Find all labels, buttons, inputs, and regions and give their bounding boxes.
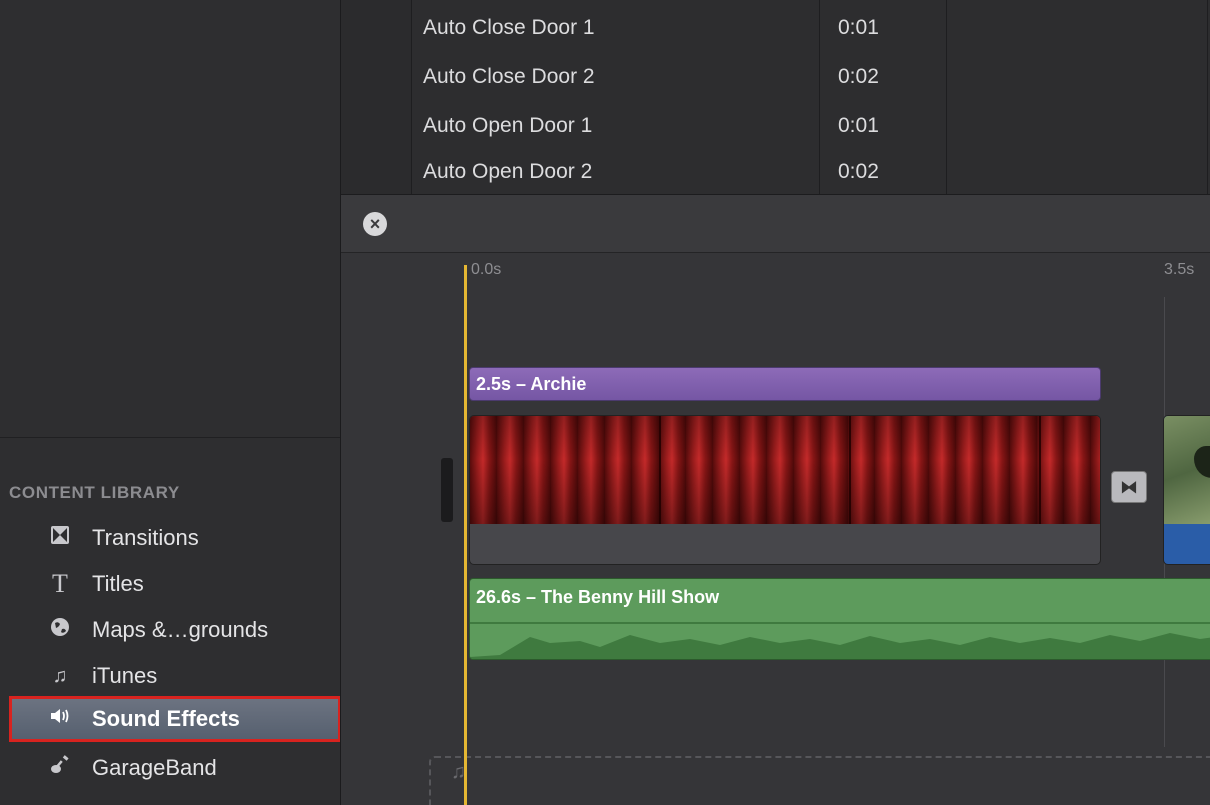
- sound-name: Auto Open Door 1: [423, 114, 593, 137]
- globe-icon: [46, 617, 74, 643]
- transition-icon: ⧓: [1120, 476, 1138, 497]
- sound-name: Auto Close Door 1: [423, 16, 595, 39]
- close-button[interactable]: ×: [363, 212, 387, 236]
- timeline[interactable]: 0.0s 3.5s 2.5s – Archie ⧓ 26.6s – The Be…: [341, 253, 1210, 805]
- music-drop-zone[interactable]: [429, 756, 1210, 805]
- sound-duration: 0:01: [838, 16, 879, 39]
- title-clip[interactable]: 2.5s – Archie: [469, 367, 1101, 401]
- sidebar-item-itunes[interactable]: ♫ iTunes: [12, 656, 340, 696]
- sidebar-item-garageband[interactable]: GarageBand: [12, 748, 340, 788]
- sound-name: Auto Open Door 2: [423, 160, 593, 183]
- titles-icon: T: [52, 569, 68, 598]
- ruler-start-label: 0.0s: [471, 261, 502, 278]
- list-item[interactable]: Auto Open Door 2 0:02: [411, 148, 1210, 197]
- audio-waveform: [470, 633, 1210, 659]
- sidebar: CONTENT LIBRARY Transitions T Titles Map…: [0, 0, 341, 805]
- sidebar-item-transitions[interactable]: Transitions: [12, 518, 340, 558]
- list-item[interactable]: Auto Open Door 1 0:01: [411, 102, 1210, 151]
- ruler-end-label: 3.5s: [1164, 261, 1195, 278]
- frame-separator: [849, 416, 851, 524]
- sidebar-item-label: iTunes: [92, 663, 158, 688]
- transition-button[interactable]: ⧓: [1111, 471, 1147, 503]
- sound-duration: 0:02: [838, 160, 879, 183]
- sidebar-divider: [0, 437, 341, 438]
- sidebar-item-label: GarageBand: [92, 755, 217, 780]
- sound-effects-browser: Auto Close Door 1 0:01 Auto Close Door 2…: [341, 0, 1210, 194]
- frame-separator: [1039, 416, 1041, 524]
- title-clip-label: 2.5s – Archie: [476, 374, 587, 394]
- sidebar-item-label: Transitions: [92, 525, 199, 550]
- sound-name: Auto Close Door 2: [423, 65, 595, 88]
- frame-separator: [659, 416, 661, 524]
- audio-clip[interactable]: 26.6s – The Benny Hill Show: [469, 578, 1210, 660]
- sidebar-item-label: Titles: [92, 571, 144, 596]
- playhead[interactable]: [464, 265, 467, 805]
- list-item[interactable]: Auto Close Door 2 0:02: [411, 53, 1210, 102]
- guitar-icon: [46, 755, 74, 781]
- video-clip-landscape[interactable]: [1163, 415, 1210, 565]
- video-clip-curtain[interactable]: [469, 415, 1101, 565]
- track-drag-handle[interactable]: [441, 458, 453, 522]
- sidebar-item-sound-effects[interactable]: Sound Effects: [9, 696, 341, 742]
- list-item[interactable]: Auto Close Door 1 0:01: [411, 4, 1210, 53]
- sidebar-item-maps-backgrounds[interactable]: Maps &…grounds: [12, 610, 340, 650]
- sidebar-item-titles[interactable]: T Titles: [12, 564, 340, 604]
- sidebar-item-label: Sound Effects: [92, 706, 240, 731]
- sound-duration: 0:01: [838, 114, 879, 137]
- speaker-icon: [46, 706, 74, 732]
- transitions-icon: [46, 525, 74, 551]
- content-library-header: CONTENT LIBRARY: [9, 483, 180, 502]
- music-note-icon: ♫: [52, 664, 68, 687]
- sidebar-item-label: Maps &…grounds: [92, 617, 269, 642]
- close-icon: ×: [369, 214, 381, 234]
- sound-effects-list: Auto Close Door 1 0:01 Auto Close Door 2…: [411, 0, 1210, 194]
- timeline-toolbar: ×: [341, 194, 1210, 253]
- sound-duration: 0:02: [838, 65, 879, 88]
- audio-clip-label: 26.6s – The Benny Hill Show: [476, 587, 720, 607]
